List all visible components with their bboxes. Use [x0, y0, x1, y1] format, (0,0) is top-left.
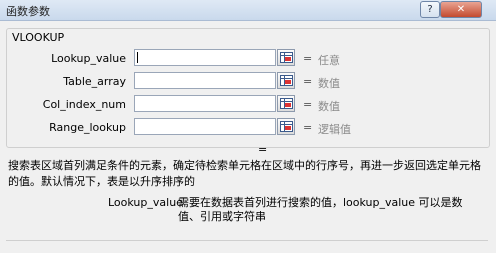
range-select-icon [280, 75, 293, 86]
formula-result: = [258, 143, 268, 156]
current-arg-name: Lookup_value [108, 196, 183, 209]
col-index-num-input[interactable] [134, 95, 276, 112]
arg-type-hint: 任意 [318, 54, 340, 67]
collapse-dialog-button[interactable] [277, 95, 295, 112]
title-bar: 函数参数 ? ✕ [0, 0, 496, 21]
table-array-input[interactable] [134, 72, 276, 89]
collapse-dialog-button[interactable] [277, 49, 295, 66]
equals-sign: = [303, 75, 313, 88]
collapse-dialog-button[interactable] [277, 118, 295, 135]
range-select-icon [280, 98, 293, 109]
lookup-value-input[interactable] [134, 49, 276, 66]
function-description: 搜索表区域首列满足条件的元素，确定待检索单元格在区域中的行序号，再进一步返回选定… [8, 159, 481, 188]
equals-sign: = [303, 98, 313, 111]
divider [6, 240, 488, 241]
current-arg-description: 需要在数据表首列进行搜索的值，lookup_value 可以是数值、引用或字符串 [178, 196, 463, 223]
equals-sign: = [303, 52, 313, 65]
range-select-icon [280, 52, 293, 63]
arg-label-range-lookup: Range_lookup [49, 121, 126, 134]
arg-label-col-index-num: Col_index_num [42, 98, 126, 111]
range-select-icon [280, 121, 293, 132]
text-caret [137, 52, 138, 63]
range-lookup-input[interactable] [134, 118, 276, 135]
collapse-dialog-button[interactable] [277, 72, 295, 89]
arg-label-lookup-value: Lookup_value [51, 52, 126, 65]
dialog-title: 函数参数 [6, 5, 50, 18]
function-name: VLOOKUP [10, 31, 67, 44]
arg-type-hint: 数值 [318, 100, 340, 113]
arg-type-hint: 逻辑值 [318, 123, 351, 136]
close-button[interactable]: ✕ [440, 1, 482, 18]
arg-label-table-array: Table_array [63, 75, 126, 88]
arg-type-hint: 数值 [318, 77, 340, 90]
help-button[interactable]: ? [420, 1, 440, 18]
equals-sign: = [303, 121, 313, 134]
